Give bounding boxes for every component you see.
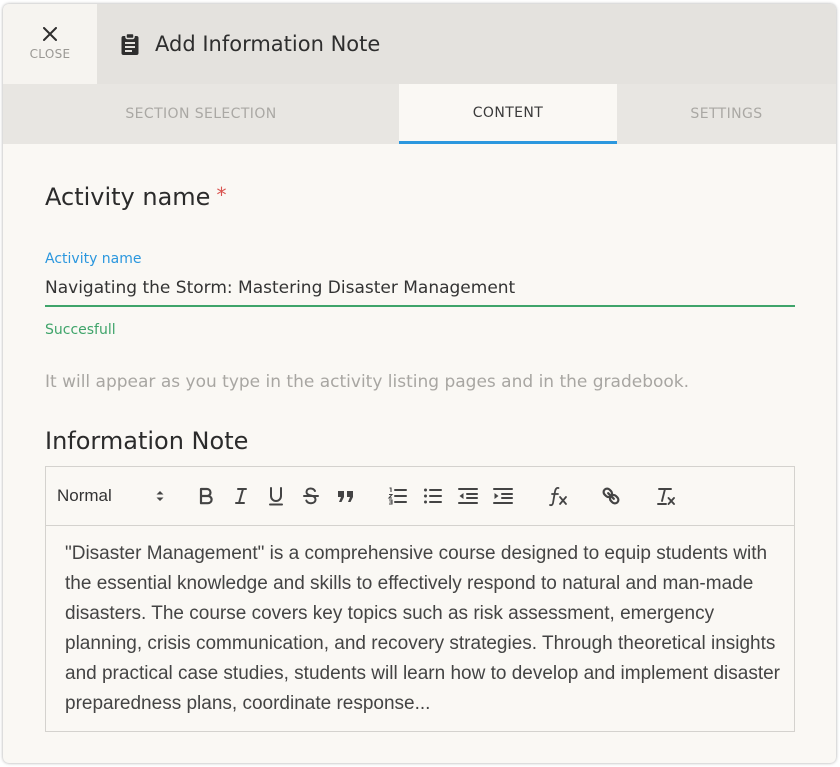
activity-name-input[interactable]	[45, 270, 795, 307]
bold-button[interactable]	[194, 484, 218, 508]
outdent-button[interactable]	[456, 484, 480, 508]
format-select-value: Normal	[57, 486, 112, 505]
close-button[interactable]: CLOSE	[3, 4, 97, 84]
strikethrough-icon	[303, 487, 319, 505]
clear-format-button[interactable]	[654, 484, 678, 508]
italic-icon	[235, 488, 247, 504]
format-select[interactable]: Normal	[57, 483, 165, 509]
tab-section-selection[interactable]: SECTION SELECTION	[3, 84, 399, 144]
underline-icon	[269, 487, 283, 506]
add-information-note-dialog: CLOSE Add Information Note SECTION SELEC…	[3, 4, 836, 763]
tab-settings[interactable]: SETTINGS	[617, 84, 836, 144]
bullet-list-icon	[424, 488, 442, 504]
indent-icon	[493, 488, 513, 504]
activity-name-heading: Activity name *	[45, 183, 226, 211]
activity-name-label: Activity name	[45, 251, 142, 267]
bold-icon	[199, 487, 213, 505]
information-note-heading: Information Note	[45, 427, 249, 455]
formula-icon	[549, 487, 567, 507]
strikethrough-button[interactable]	[299, 484, 323, 508]
blockquote-button[interactable]	[334, 484, 358, 508]
tab-bar: SECTION SELECTION CONTENT SETTINGS	[3, 84, 836, 144]
underline-button[interactable]	[264, 484, 288, 508]
clear-format-icon	[657, 488, 675, 505]
clipboard-icon	[121, 32, 139, 55]
dialog-title: Add Information Note	[155, 32, 381, 56]
updown-chevron-icon	[156, 491, 164, 501]
editor-content[interactable]: "Disaster Management" is a comprehensive…	[65, 539, 780, 719]
success-message: Succesfull	[45, 322, 116, 338]
editor-toolbar: Normal	[46, 467, 794, 526]
outdent-icon	[458, 488, 478, 504]
close-icon	[43, 27, 57, 41]
link-button[interactable]	[599, 484, 623, 508]
formula-button[interactable]	[546, 484, 570, 508]
link-icon	[602, 487, 620, 505]
close-label: CLOSE	[29, 47, 71, 61]
blockquote-icon	[338, 491, 353, 502]
dialog-header: CLOSE Add Information Note	[3, 4, 836, 84]
rich-text-editor: Normal "Disaster Management" is a compre…	[45, 466, 795, 732]
indent-button[interactable]	[491, 484, 515, 508]
activity-name-heading-text: Activity name	[45, 183, 211, 211]
italic-button[interactable]	[229, 484, 253, 508]
hint-text: It will appear as you type in the activi…	[45, 372, 690, 392]
ordered-list-icon	[387, 487, 407, 505]
bullet-list-button[interactable]	[421, 484, 445, 508]
tab-content[interactable]: CONTENT	[399, 84, 617, 144]
required-mark: *	[216, 183, 227, 207]
ordered-list-button[interactable]	[386, 484, 410, 508]
